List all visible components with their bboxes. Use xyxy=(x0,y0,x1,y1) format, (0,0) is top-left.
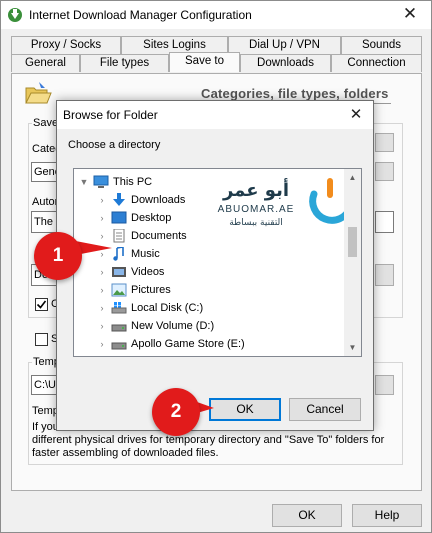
watermark-latin: ABUOMAR.AE xyxy=(218,204,295,215)
checkmark-icon xyxy=(36,300,47,309)
title-bar: Internet Download Manager Configuration … xyxy=(1,1,431,29)
dialog-title-bar: Browse for Folder ✕ xyxy=(57,101,373,129)
browse-button-bg[interactable] xyxy=(375,264,394,286)
tree-item-videos[interactable]: › Videos xyxy=(74,263,344,281)
default-folder-input-end[interactable] xyxy=(375,211,394,233)
tree-item-label: Videos xyxy=(131,266,165,278)
temp-description-label: Temp xyxy=(32,405,59,417)
dialog-close-icon[interactable]: ✕ xyxy=(345,104,367,126)
chevron-right-icon[interactable]: › xyxy=(96,301,108,315)
config-help-button[interactable]: Help xyxy=(352,504,422,527)
open-folder-icon xyxy=(25,82,52,104)
watermark-tagline: التقنية ببساطة xyxy=(229,218,283,228)
idm-app-icon xyxy=(8,8,22,22)
tab-connection[interactable]: Connection xyxy=(331,54,422,72)
section-title: Categories, file types, folders xyxy=(201,86,389,101)
video-icon xyxy=(112,267,126,277)
config-ok-button[interactable]: OK xyxy=(272,504,342,527)
tree-item-label: Documents xyxy=(131,230,187,242)
tree-item-label: New Volume (D:) xyxy=(131,320,215,332)
tree-item-label: Apollo Game Store (E:) xyxy=(131,338,245,350)
temp-browse-button[interactable] xyxy=(375,375,394,395)
dialog-cancel-button[interactable]: Cancel xyxy=(289,398,361,421)
tree-item-new-volume-d[interactable]: › New Volume (D:) xyxy=(74,317,344,335)
browse-for-folder-dialog: Browse for Folder ✕ Choose a directory ▼… xyxy=(56,100,374,431)
tree-item-label: This PC xyxy=(113,176,153,188)
tree-item-label: Music xyxy=(131,248,160,260)
tab-sounds[interactable]: Sounds xyxy=(341,36,422,54)
remember-checkbox[interactable] xyxy=(35,298,48,311)
chevron-right-icon[interactable]: › xyxy=(96,211,108,225)
temp-path-value: C:\U xyxy=(34,379,56,391)
monitor-icon xyxy=(93,175,109,188)
chevron-right-icon[interactable]: › xyxy=(96,193,108,207)
category-edit-button[interactable] xyxy=(375,133,394,152)
tree-item-local-disk-c[interactable]: › Local Disk (C:) xyxy=(74,299,344,317)
autoremember-label: Autor xyxy=(32,196,59,208)
chevron-right-icon[interactable]: › xyxy=(96,319,108,333)
default-folder-value: The xyxy=(34,216,53,228)
tree-item-apollo-e[interactable]: › Apollo Game Store (E:) xyxy=(74,335,344,353)
scroll-down-icon[interactable]: ▼ xyxy=(344,339,361,356)
tree-item-label: Desktop xyxy=(131,212,172,224)
step-badge-1: 1 xyxy=(34,232,82,280)
desktop-icon xyxy=(111,211,127,224)
tree-scrollbar[interactable]: ▲ ▼ xyxy=(344,169,361,356)
dialog-title: Browse for Folder xyxy=(63,108,158,122)
tab-dial-up-vpn[interactable]: Dial Up / VPN xyxy=(228,36,341,54)
chevron-down-icon[interactable]: ▼ xyxy=(78,175,90,189)
close-icon[interactable]: ✕ xyxy=(397,3,423,25)
tab-file-types[interactable]: File types xyxy=(80,54,169,72)
chevron-right-icon[interactable]: › xyxy=(96,337,108,351)
tab-downloads[interactable]: Downloads xyxy=(240,54,331,72)
dialog-prompt: Choose a directory xyxy=(68,139,161,151)
chevron-right-icon[interactable]: › xyxy=(96,265,108,279)
scroll-up-icon[interactable]: ▲ xyxy=(344,169,361,186)
step-badge-2: 2 xyxy=(152,388,200,436)
download-arrow-icon xyxy=(113,193,125,206)
abuomar-watermark: أبو عمر ABUOMAR.AE التقنية ببساطة xyxy=(216,174,356,234)
watermark-logo: أبو عمر ABUOMAR.AE التقنية ببساطة xyxy=(218,178,354,228)
tip-line-2: different physical drives for temporary … xyxy=(32,434,385,446)
scrollbar-thumb[interactable] xyxy=(348,227,357,257)
tab-proxy-socks[interactable]: Proxy / Socks xyxy=(11,36,121,54)
windows-drive-icon xyxy=(111,302,127,314)
folder-tree[interactable]: ▼ This PC › Downloads › Desktop › Docume… xyxy=(73,168,362,357)
pictures-icon xyxy=(111,283,127,297)
tree-item-label: Downloads xyxy=(131,194,186,206)
tab-save-to[interactable]: Save to xyxy=(169,52,240,72)
tree-item-label: Pictures xyxy=(131,284,171,296)
tab-general[interactable]: General xyxy=(11,54,80,72)
tree-item-label: Local Disk (C:) xyxy=(131,302,204,314)
second-checkbox[interactable] xyxy=(35,333,48,346)
drive-icon xyxy=(111,342,127,350)
window-title: Internet Download Manager Configuration xyxy=(29,8,252,22)
tip-line-3: faster assembling of downloaded files. xyxy=(32,447,219,459)
category-delete-button[interactable] xyxy=(375,162,394,181)
drive-icon xyxy=(111,324,127,332)
watermark-arabic-name: أبو عمر xyxy=(222,178,289,201)
chevron-right-icon[interactable]: › xyxy=(96,283,108,297)
tree-item-pictures[interactable]: › Pictures xyxy=(74,281,344,299)
